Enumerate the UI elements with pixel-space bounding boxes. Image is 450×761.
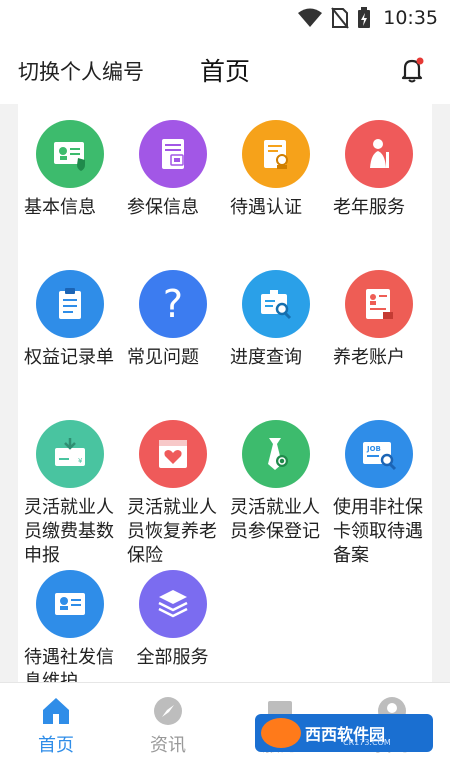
grid-item-elderly-services[interactable]: 老年服务 bbox=[327, 120, 430, 240]
elderly-person-icon bbox=[345, 120, 413, 188]
status-icons: 10:35 bbox=[297, 6, 438, 30]
grid-item-faq[interactable]: ? 常见问题 bbox=[121, 270, 224, 400]
wifi-icon bbox=[298, 8, 323, 27]
grid-item-pension-account[interactable]: 养老账户 bbox=[327, 270, 430, 400]
grid-item-label: 进度查询 bbox=[230, 347, 302, 368]
job-search-icon: JOB bbox=[345, 420, 413, 488]
tab-label: 资讯 bbox=[150, 735, 186, 756]
progress-search-icon bbox=[242, 270, 310, 338]
id-card-icon bbox=[36, 570, 104, 638]
grid-item-progress-query[interactable]: 进度查询 bbox=[224, 270, 327, 400]
content-area: 基本信息 参保信息 待遇认证 老年服务 权益记录单 ? 常见问题 进度查询 养老… bbox=[0, 104, 450, 682]
clipboard-icon bbox=[36, 270, 104, 338]
watermark-icon bbox=[261, 718, 301, 748]
grid-item-label: 基本信息 bbox=[24, 197, 96, 218]
grid-item-benefit-certification[interactable]: 待遇认证 bbox=[224, 120, 327, 240]
grid-item-insurance-info[interactable]: 参保信息 bbox=[121, 120, 224, 240]
svg-text:JOB: JOB bbox=[366, 445, 381, 453]
tab-label: 首页 bbox=[38, 735, 74, 756]
grid-item-benefit-info-maintenance[interactable]: 待遇社发信息维护 bbox=[18, 570, 121, 682]
svg-text:¥: ¥ bbox=[78, 457, 83, 465]
no-sim-icon bbox=[331, 7, 350, 29]
battery-charging-icon bbox=[358, 7, 371, 28]
page-title: 首页 bbox=[200, 57, 251, 86]
grid-item-label: 参保信息 bbox=[127, 197, 199, 218]
grid-item-all-services[interactable]: 全部服务 bbox=[121, 570, 224, 680]
tab-home[interactable]: 首页 bbox=[0, 683, 112, 761]
top-header: 切换个人编号 首页 bbox=[0, 36, 450, 104]
grid-item-label: 常见问题 bbox=[127, 347, 199, 368]
grid-item-label: 老年服务 bbox=[333, 197, 405, 218]
grid-item-label: 灵活就业人员缴费基数申报 bbox=[24, 497, 114, 566]
watermark-logo: 西西软件园 CR173.COM bbox=[255, 714, 433, 752]
grid-item-label: 全部服务 bbox=[136, 647, 209, 668]
heart-card-icon bbox=[139, 420, 207, 488]
home-icon bbox=[43, 698, 69, 724]
status-time: 10:35 bbox=[383, 7, 438, 29]
layers-icon bbox=[139, 570, 207, 638]
grid-item-basic-info[interactable]: 基本信息 bbox=[18, 120, 121, 240]
notification-bell-icon[interactable] bbox=[398, 56, 426, 84]
service-grid: 基本信息 参保信息 待遇认证 老年服务 权益记录单 ? 常见问题 进度查询 养老… bbox=[18, 104, 432, 682]
switch-account-button[interactable]: 切换个人编号 bbox=[18, 56, 144, 86]
grid-item-label: 灵活就业人员恢复养老保险 bbox=[127, 497, 217, 566]
grid-item-flex-registration[interactable]: 灵活就业人员参保登记 bbox=[224, 420, 327, 570]
pension-account-icon bbox=[345, 270, 413, 338]
watermark-subtext: CR173.COM bbox=[343, 738, 391, 747]
grid-item-non-card-filing[interactable]: JOB 使用非社保卡领取待遇备案 bbox=[327, 420, 430, 570]
grid-item-label: 待遇社发信息维护 bbox=[24, 647, 114, 682]
insurance-doc-icon bbox=[139, 120, 207, 188]
status-bar: 10:35 bbox=[0, 0, 450, 36]
question-icon: ? bbox=[139, 270, 207, 338]
id-card-shield-icon bbox=[36, 120, 104, 188]
grid-item-flex-payment-base[interactable]: ¥ 灵活就业人员缴费基数申报 bbox=[18, 420, 121, 570]
payment-card-icon: ¥ bbox=[36, 420, 104, 488]
compass-icon bbox=[154, 697, 182, 725]
grid-item-label: 使用非社保卡领取待遇备案 bbox=[333, 497, 423, 566]
tab-news[interactable]: 资讯 bbox=[112, 683, 224, 761]
certificate-stamp-icon bbox=[242, 120, 310, 188]
grid-item-rights-record[interactable]: 权益记录单 bbox=[18, 270, 121, 400]
grid-item-label: 待遇认证 bbox=[230, 197, 302, 218]
grid-item-label: 权益记录单 bbox=[24, 347, 114, 368]
grid-item-flex-restore-pension[interactable]: 灵活就业人员恢复养老保险 bbox=[121, 420, 224, 570]
grid-item-label: 灵活就业人员参保登记 bbox=[230, 497, 320, 542]
svg-text:?: ? bbox=[163, 284, 183, 324]
tie-search-icon bbox=[242, 420, 310, 488]
grid-item-label: 养老账户 bbox=[333, 347, 405, 368]
